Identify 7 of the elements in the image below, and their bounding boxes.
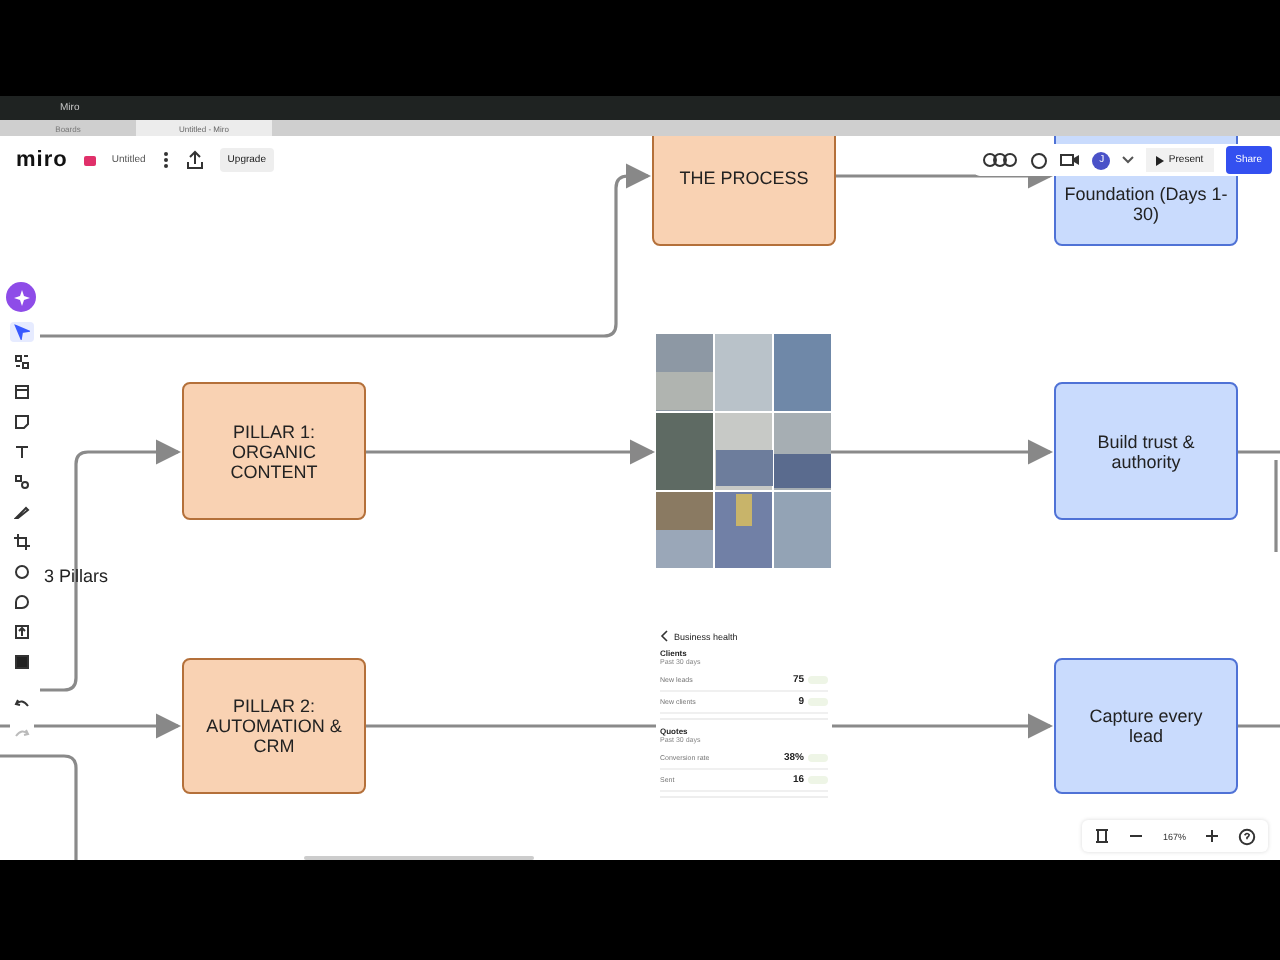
app-logo[interactable]: miro bbox=[16, 148, 68, 172]
process-node: PILLAR 2: AUTOMATION & CRM bbox=[182, 658, 366, 794]
canvas-text: 3 Pillars bbox=[44, 566, 109, 586]
process-node: THE PROCESS bbox=[652, 136, 836, 246]
process-node: PILLAR 1: ORGANIC CONTENT bbox=[182, 382, 366, 520]
process-node: Build trust & authority bbox=[1054, 382, 1238, 520]
process-node: Capture every lead bbox=[1054, 658, 1238, 794]
